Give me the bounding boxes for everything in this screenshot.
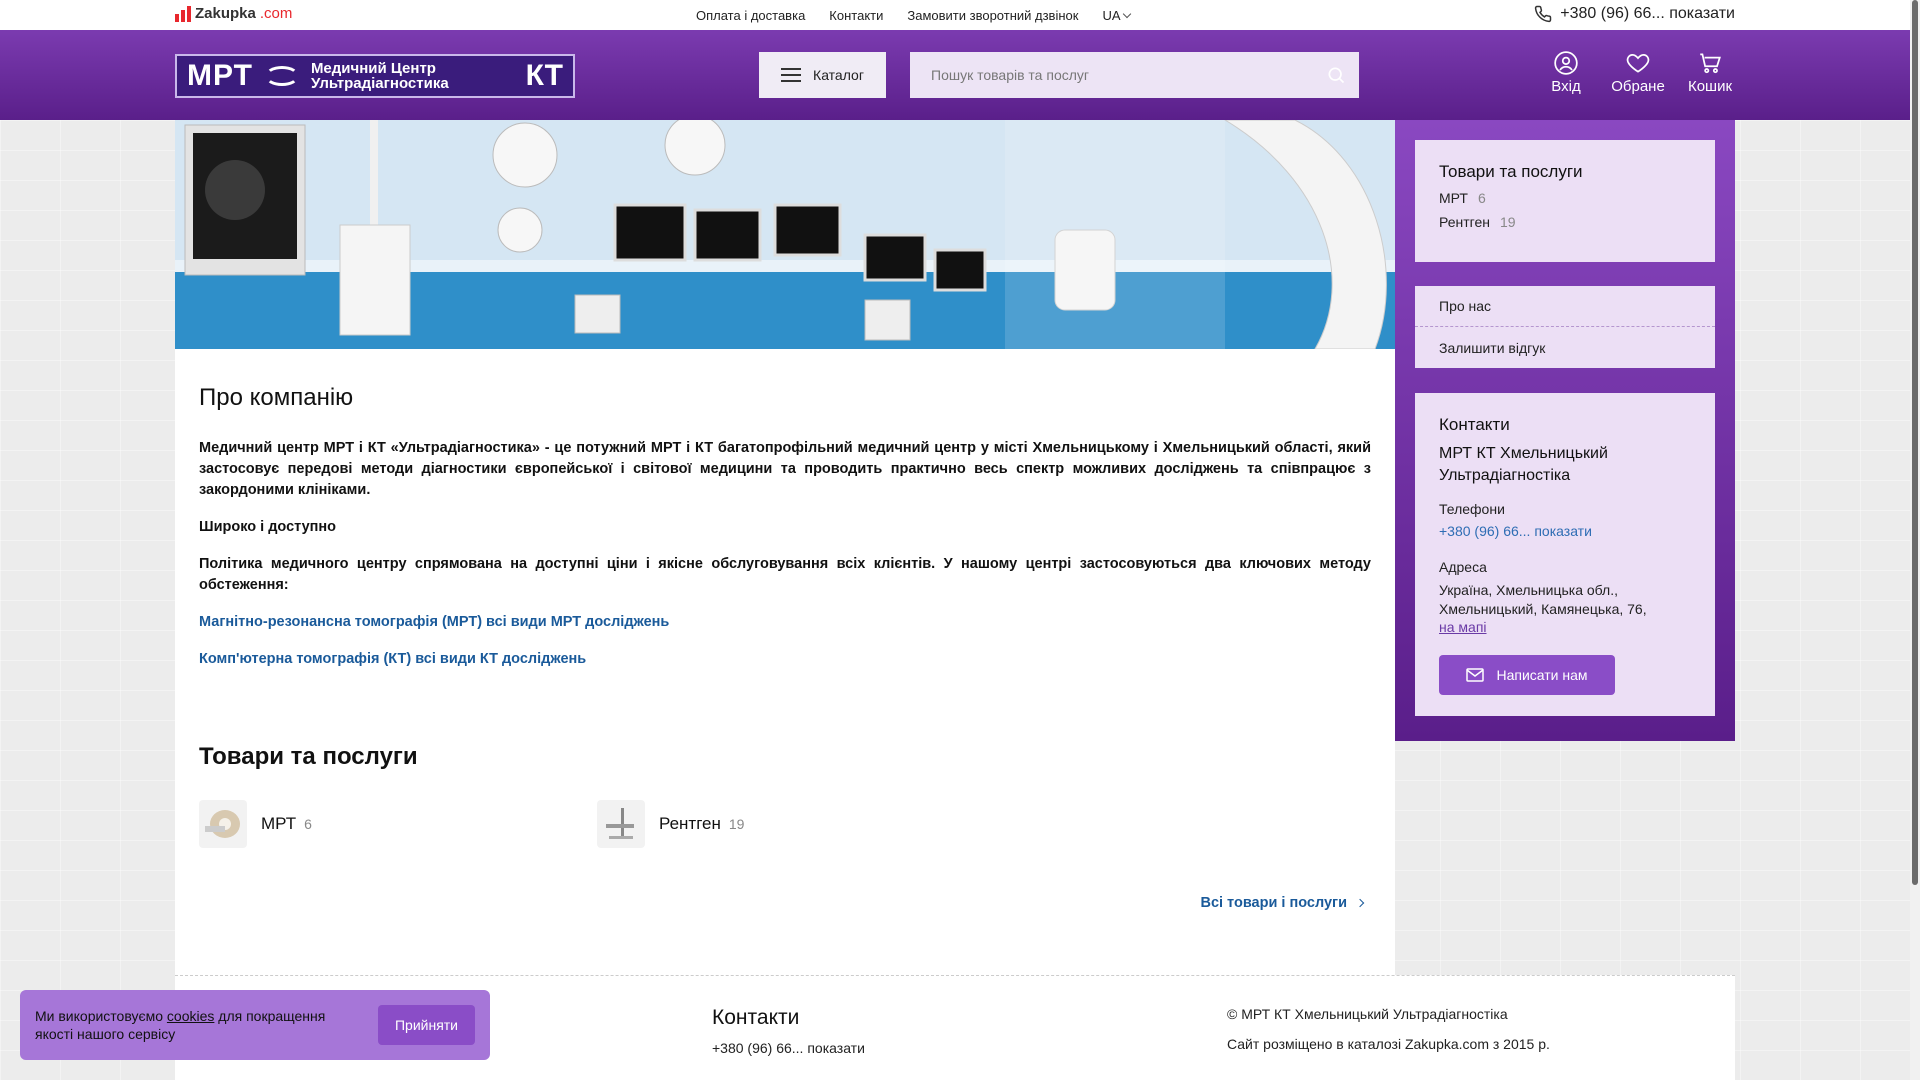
wave-icon bbox=[264, 66, 299, 86]
about-paragraph-1: Медичний центр МРТ і КТ «Ультрадіагности… bbox=[199, 440, 1371, 498]
company-name: МРТ КТ Хмельницький Ультрадіагностіка bbox=[1439, 445, 1608, 484]
cookie-text-before: Ми використовуємо bbox=[35, 1008, 167, 1024]
chevron-down-icon bbox=[1122, 9, 1131, 18]
about-title: Про компанію bbox=[199, 384, 354, 411]
top-phone-text: +380 (96) 66... показати bbox=[1560, 5, 1735, 22]
cart-button[interactable]: Кошик bbox=[1684, 50, 1736, 95]
category-name: МРТ bbox=[261, 814, 297, 833]
sidebar-links-card: Про нас Залишити відгук bbox=[1415, 286, 1715, 368]
nav-contacts[interactable]: Контакти bbox=[829, 8, 883, 23]
sidebar-link-about[interactable]: Про нас bbox=[1415, 286, 1715, 327]
cookies-link[interactable]: cookies bbox=[167, 1008, 214, 1024]
brand-kt: КТ bbox=[525, 59, 563, 92]
footer-contacts: Контакти +380 (96) 66... показати bbox=[712, 1006, 865, 1056]
zakupka-logo-icon bbox=[175, 5, 191, 22]
user-icon bbox=[1554, 51, 1578, 75]
brand-mrt: МРТ bbox=[187, 59, 253, 92]
chevron-right-icon bbox=[1355, 898, 1365, 908]
address-label: Адреса bbox=[1439, 559, 1487, 575]
sidebar-item-count: 19 bbox=[1499, 214, 1516, 230]
brand-name: Медичний Центр Ультрадіагностика bbox=[311, 61, 449, 91]
category-count: 19 bbox=[728, 816, 745, 832]
favorites-button[interactable]: Обране bbox=[1611, 50, 1665, 95]
sidebar-item-mri[interactable]: МРТ 6 bbox=[1439, 190, 1691, 206]
sidebar-item-count: 6 bbox=[1477, 190, 1486, 206]
search-input[interactable] bbox=[910, 52, 1313, 98]
cart-label: Кошик bbox=[1687, 78, 1733, 95]
phone-icon bbox=[1535, 5, 1552, 23]
footer-info: © МРТ КТ Хмельницький Ультрадіагностіка … bbox=[1227, 1006, 1550, 1066]
footer-phone-link[interactable]: +380 (96) 66... показати bbox=[712, 1040, 865, 1056]
brand-name-line2: Ультрадіагностика bbox=[310, 75, 449, 92]
mri-thumbnail bbox=[199, 800, 247, 848]
favorites-label: Обране bbox=[1611, 78, 1665, 95]
accept-cookies-button[interactable]: Прийняти bbox=[378, 1005, 475, 1045]
ct-link[interactable]: Комп'ютерна томографія (КТ) всі види КТ … bbox=[199, 649, 1371, 670]
cart-icon bbox=[1700, 53, 1721, 74]
mri-link[interactable]: Магнітно-резонансна томографія (МРТ) всі… bbox=[199, 612, 1371, 633]
sidebar-goods-card: Товари та послуги МРТ 6 Рентген 19 bbox=[1415, 140, 1715, 262]
nav-payment-delivery[interactable]: Оплата і доставка bbox=[696, 8, 805, 23]
language-selector[interactable]: UA bbox=[1102, 7, 1131, 23]
logo-text: Zakupka bbox=[195, 5, 256, 22]
write-us-label: Написати нам bbox=[1496, 667, 1588, 683]
sidebar-contacts-card: Контакти МРТ КТ Хмельницький Ультрадіагн… bbox=[1415, 393, 1715, 716]
phones-label: Телефони bbox=[1439, 501, 1505, 517]
scrollbar[interactable] bbox=[1910, 0, 1920, 1080]
cookie-banner: Ми використовуємо cookies для покращення… bbox=[20, 990, 490, 1060]
xray-thumbnail bbox=[597, 800, 645, 848]
sidebar-phone-link[interactable]: +380 (96) 66... показати bbox=[1439, 523, 1592, 539]
category-count: 6 bbox=[304, 816, 312, 832]
address-text: Україна, Хмельницька обл., Хмельницький,… bbox=[1439, 582, 1647, 617]
top-phone[interactable]: +380 (96) 66... показати bbox=[1534, 5, 1735, 23]
footer-catalog-note: Сайт розміщено в каталозі Zakupka.com з … bbox=[1227, 1036, 1550, 1052]
sidebar: Товари та послуги МРТ 6 Рентген 19 Про н… bbox=[1395, 120, 1735, 741]
catalog-label: Каталог bbox=[813, 67, 864, 83]
category-xray[interactable]: Рентген 19 bbox=[597, 800, 995, 848]
all-goods-link[interactable]: Всі товари і послуги bbox=[1200, 895, 1365, 911]
banner-image bbox=[175, 120, 1395, 349]
map-link[interactable]: на мапі bbox=[1439, 619, 1487, 635]
category-name: Рентген bbox=[659, 814, 721, 833]
sidebar-item-label: МРТ bbox=[1439, 190, 1468, 206]
footer-contacts-title: Контакти bbox=[712, 1006, 800, 1029]
scrollbar-thumb[interactable] bbox=[1912, 0, 1918, 885]
nav-callback[interactable]: Замовити зворотний дзвінок bbox=[907, 8, 1078, 23]
sidebar-link-review[interactable]: Залишити відгук bbox=[1415, 327, 1715, 368]
login-label: Вхід bbox=[1551, 78, 1581, 95]
top-nav: Оплата і доставка Контакти Замовити звор… bbox=[696, 0, 1131, 30]
company-logo[interactable]: МРТ Медичний Центр Ультрадіагностика КТ bbox=[175, 54, 575, 98]
footer-copyright: © МРТ КТ Хмельницький Ультрадіагностіка bbox=[1227, 1006, 1508, 1022]
menu-icon bbox=[781, 68, 802, 82]
category-mri[interactable]: МРТ 6 bbox=[199, 800, 597, 848]
category-list: МРТ 6 Рентген 19 bbox=[199, 800, 995, 848]
top-bar: Zakupka .com Оплата і доставка Контакти З… bbox=[0, 0, 1910, 30]
sidebar-item-xray[interactable]: Рентген 19 bbox=[1439, 214, 1691, 230]
language-label: UA bbox=[1102, 7, 1121, 23]
write-us-button[interactable]: Написати нам bbox=[1439, 655, 1615, 695]
heart-icon bbox=[1626, 54, 1650, 73]
main-content: Про компанію Медичний центр МРТ і КТ «Ул… bbox=[175, 120, 1395, 975]
search-box bbox=[910, 52, 1359, 98]
sidebar-item-label: Рентген bbox=[1439, 214, 1490, 230]
header: МРТ Медичний Центр Ультрадіагностика КТ … bbox=[0, 30, 1910, 120]
login-button[interactable]: Вхід bbox=[1540, 50, 1592, 95]
sidebar-goods-title: Товари та послуги bbox=[1439, 162, 1583, 181]
header-actions: Вхід Обране Кошик bbox=[1540, 50, 1736, 95]
about-text: Медичний центр МРТ і КТ «Ультрадіагности… bbox=[199, 438, 1371, 686]
search-button[interactable] bbox=[1313, 52, 1359, 98]
logo-domain: .com bbox=[259, 5, 293, 22]
about-paragraph-2: Широко і доступно bbox=[199, 519, 337, 535]
mail-icon bbox=[1466, 668, 1485, 682]
all-goods-label: Всі товари і послуги bbox=[1200, 895, 1347, 911]
contacts-title: Контакти bbox=[1439, 415, 1510, 434]
cookie-text: Ми використовуємо cookies для покращення… bbox=[35, 1007, 358, 1043]
catalog-button[interactable]: Каталог bbox=[759, 52, 886, 98]
goods-title: Товари та послуги bbox=[199, 743, 418, 770]
search-icon bbox=[1328, 67, 1345, 84]
about-paragraph-3: Політика медичного центру спрямована на … bbox=[199, 556, 1371, 593]
zakupka-logo[interactable]: Zakupka .com bbox=[175, 5, 292, 22]
